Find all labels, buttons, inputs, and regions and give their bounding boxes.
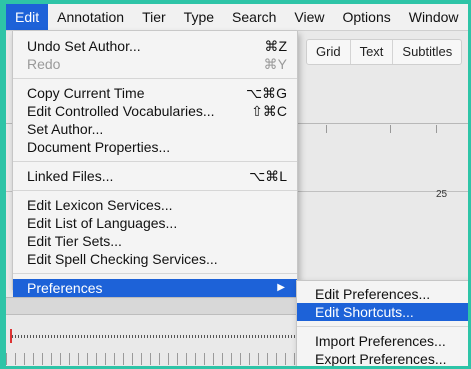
- shortcut-label: ⌥⌘G: [245, 85, 287, 101]
- submenu-item-edit-shortcuts[interactable]: Edit Shortcuts...: [297, 303, 468, 321]
- menu-separator: [13, 190, 297, 191]
- menu-item-label: Copy Current Time: [27, 85, 145, 101]
- menu-item-label: Export Preferences...: [315, 351, 447, 366]
- menu-item-redo: Redo ⌘Y: [13, 55, 297, 73]
- menubar: Edit Annotation Tier Type Search View Op…: [6, 4, 468, 31]
- shortcut-label: ⌘Z: [264, 38, 287, 54]
- bottom-ruler: [6, 353, 306, 365]
- tab-grid[interactable]: Grid: [307, 40, 351, 64]
- menu-item-label: Edit Shortcuts...: [315, 304, 414, 320]
- menu-item-label: Linked Files...: [27, 168, 114, 184]
- menu-annotation[interactable]: Annotation: [48, 4, 133, 30]
- menu-separator: [297, 326, 468, 327]
- waveform-row: [6, 329, 306, 343]
- menu-item-label: Edit Tier Sets...: [27, 233, 122, 249]
- menu-item-label: Undo Set Author...: [27, 38, 141, 54]
- menu-item-edit-lexicon-services[interactable]: Edit Lexicon Services...: [13, 196, 297, 214]
- menu-item-set-author[interactable]: Set Author...: [13, 120, 297, 138]
- ruler-tick: [436, 125, 437, 133]
- shortcut-label: ⌥⌘L: [249, 168, 287, 184]
- ruler-tick: [326, 125, 327, 133]
- menu-separator: [13, 161, 297, 162]
- shortcut-label: ⌘Y: [263, 56, 287, 72]
- menu-type[interactable]: Type: [175, 4, 223, 30]
- menu-item-label: Edit List of Languages...: [27, 215, 178, 231]
- edit-menu-dropdown: Undo Set Author... ⌘Z Redo ⌘Y Copy Curre…: [12, 31, 298, 297]
- menu-options[interactable]: Options: [333, 4, 399, 30]
- tab-subtitles[interactable]: Subtitles: [393, 40, 461, 64]
- view-tabs: Grid Text Subtitles: [306, 39, 463, 65]
- menu-item-copy-current-time[interactable]: Copy Current Time ⌥⌘G: [13, 84, 297, 102]
- menu-item-label: Edit Lexicon Services...: [27, 197, 173, 213]
- submenu-arrow-icon: ▶: [277, 282, 285, 293]
- menu-view[interactable]: View: [285, 4, 333, 30]
- waveform: [12, 335, 302, 338]
- menu-tier[interactable]: Tier: [133, 4, 175, 30]
- menu-item-preferences[interactable]: Preferences ▶: [13, 279, 297, 297]
- menu-window[interactable]: Window: [400, 4, 468, 30]
- menu-item-edit-tier-sets[interactable]: Edit Tier Sets...: [13, 232, 297, 250]
- shortcut-label: ⇧⌘C: [251, 103, 287, 119]
- menu-item-label: Document Properties...: [27, 139, 171, 155]
- tab-text[interactable]: Text: [351, 40, 394, 64]
- submenu-item-edit-preferences[interactable]: Edit Preferences...: [297, 285, 468, 303]
- menu-item-undo[interactable]: Undo Set Author... ⌘Z: [13, 37, 297, 55]
- menu-item-document-properties[interactable]: Document Properties...: [13, 138, 297, 156]
- menu-item-edit-spell-checking-services[interactable]: Edit Spell Checking Services...: [13, 250, 297, 268]
- menu-item-label: Redo: [27, 56, 61, 72]
- menu-item-label: Edit Controlled Vocabularies...: [27, 103, 215, 119]
- menu-item-label: Preferences: [27, 280, 103, 296]
- menu-item-linked-files[interactable]: Linked Files... ⌥⌘L: [13, 167, 297, 185]
- submenu-item-import-preferences[interactable]: Import Preferences...: [297, 332, 468, 350]
- submenu-item-export-preferences[interactable]: Export Preferences...: [297, 350, 468, 366]
- menu-item-label: Edit Spell Checking Services...: [27, 251, 218, 267]
- screen: Edit Annotation Tier Type Search View Op…: [6, 4, 468, 366]
- menu-item-label: Edit Preferences...: [315, 286, 431, 302]
- preferences-submenu: Edit Preferences... Edit Shortcuts... Im…: [296, 280, 468, 366]
- menu-item-label: Set Author...: [27, 121, 104, 137]
- menu-item-edit-controlled-vocabularies[interactable]: Edit Controlled Vocabularies... ⇧⌘C: [13, 102, 297, 120]
- ruler-label: 25: [436, 189, 448, 200]
- menu-item-label: Import Preferences...: [315, 333, 446, 349]
- menu-item-edit-list-of-languages[interactable]: Edit List of Languages...: [13, 214, 297, 232]
- menu-edit[interactable]: Edit: [6, 4, 49, 30]
- menu-separator: [13, 78, 297, 79]
- ruler-tick: [390, 125, 391, 133]
- menu-separator: [13, 273, 297, 274]
- menu-search[interactable]: Search: [223, 4, 285, 30]
